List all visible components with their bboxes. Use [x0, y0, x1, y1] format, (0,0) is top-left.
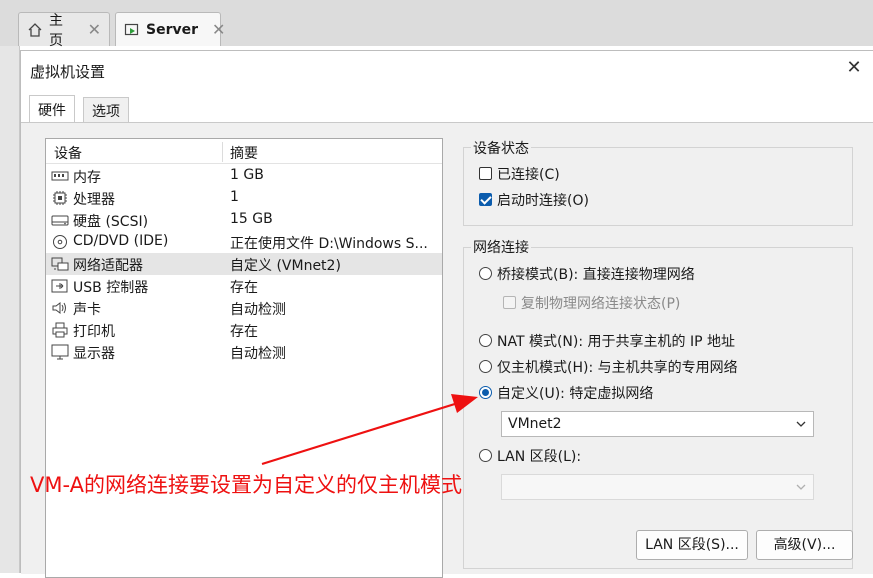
- device-row-cddvd[interactable]: CD/DVD (IDE) 正在使用文件 D:\Windows S...: [46, 231, 442, 253]
- device-summary: 自动检测: [230, 302, 286, 318]
- nat-radio[interactable]: [479, 334, 492, 347]
- tab-home[interactable]: 主页 ✕: [18, 12, 110, 49]
- bridged-label[interactable]: 桥接模式(B): 直接连接物理网络: [497, 264, 695, 284]
- usb-icon: [51, 278, 69, 294]
- device-list-header: 设备 摘要: [46, 139, 442, 164]
- device-name: CD/DVD (IDE): [73, 233, 169, 249]
- connect-at-power-on-checkbox[interactable]: [479, 193, 492, 206]
- device-row-cpu[interactable]: 处理器 1: [46, 187, 442, 209]
- network-icon: [51, 256, 69, 272]
- lan-segment-radio[interactable]: [479, 449, 492, 462]
- host-only-radio[interactable]: [479, 360, 492, 373]
- custom-label[interactable]: 自定义(U): 特定虚拟网络: [497, 383, 653, 403]
- host-only-label[interactable]: 仅主机模式(H): 与主机共享的专用网络: [497, 357, 738, 377]
- network-connection-title: 网络连接: [471, 237, 531, 257]
- nat-label[interactable]: NAT 模式(N): 用于共享主机的 IP 地址: [497, 331, 735, 351]
- device-summary: 自动检测: [230, 346, 286, 362]
- close-icon[interactable]: ✕: [843, 57, 865, 79]
- lan-segments-button[interactable]: LAN 区段(S)...: [636, 530, 748, 560]
- sound-icon: [51, 300, 69, 316]
- annotation-text: VM-A的网络连接要设置为自定义的仅主机模式: [30, 473, 462, 497]
- chevron-down-icon: [795, 418, 807, 430]
- tab-server[interactable]: Server ✕: [115, 12, 225, 46]
- device-status-title: 设备状态: [471, 138, 531, 158]
- device-row-monitor[interactable]: 显示器 自动检测: [46, 341, 442, 363]
- disk-icon: [51, 212, 69, 228]
- vm-icon: [124, 21, 140, 39]
- tab-hardware[interactable]: 硬件: [29, 95, 75, 123]
- device-row-printer[interactable]: 打印机 存在: [46, 319, 442, 341]
- device-row-usb[interactable]: USB 控制器 存在: [46, 275, 442, 297]
- tab-options[interactable]: 选项: [83, 97, 129, 123]
- lan-segment-select[interactable]: [501, 474, 814, 500]
- device-summary: 1: [230, 189, 239, 205]
- device-name: 打印机: [73, 324, 115, 340]
- device-name: 网络适配器: [73, 258, 143, 274]
- custom-network-value: VMnet2: [508, 416, 562, 432]
- device-summary: 存在: [230, 324, 258, 340]
- device-name: 硬盘 (SCSI): [73, 214, 149, 230]
- device-name: 显示器: [73, 346, 115, 362]
- device-name: 处理器: [73, 192, 115, 208]
- bridged-radio[interactable]: [479, 267, 492, 280]
- monitor-icon: [51, 344, 69, 360]
- tab-server-label: Server: [146, 21, 199, 38]
- dialog-title: 虚拟机设置: [30, 63, 106, 81]
- connected-checkbox[interactable]: [479, 167, 492, 180]
- device-row-memory[interactable]: 内存 1 GB: [46, 165, 442, 187]
- connect-at-power-on-label[interactable]: 启动时连接(O): [497, 190, 589, 210]
- device-name: 声卡: [73, 302, 101, 318]
- hardware-panel: 设备 摘要 内存 1 GB 处理器 1 硬盘 (SCSI) 15 GB CD/D…: [21, 122, 873, 578]
- replicate-state-checkbox[interactable]: [503, 296, 516, 309]
- app-tab-bar: 主页 ✕ Server ✕: [0, 0, 873, 49]
- device-summary: 1 GB: [230, 167, 264, 183]
- cpu-icon: [51, 190, 69, 206]
- device-row-network[interactable]: 网络适配器 自定义 (VMnet2): [46, 253, 442, 275]
- column-device[interactable]: 设备: [54, 143, 82, 163]
- replicate-state-label[interactable]: 复制物理网络连接状态(P): [521, 293, 680, 313]
- device-name: USB 控制器: [73, 280, 149, 296]
- printer-icon: [51, 322, 69, 338]
- memory-icon: [51, 168, 69, 184]
- device-summary: 正在使用文件 D:\Windows S...: [230, 236, 428, 252]
- device-list[interactable]: 设备 摘要 内存 1 GB 处理器 1 硬盘 (SCSI) 15 GB CD/D…: [45, 138, 443, 578]
- home-icon: [27, 21, 43, 39]
- device-row-disk[interactable]: 硬盘 (SCSI) 15 GB: [46, 209, 442, 231]
- close-icon[interactable]: ✕: [212, 20, 225, 39]
- column-summary[interactable]: 摘要: [230, 143, 258, 163]
- device-summary: 15 GB: [230, 211, 273, 227]
- device-row-sound[interactable]: 声卡 自动检测: [46, 297, 442, 319]
- connected-label[interactable]: 已连接(C): [497, 164, 560, 184]
- left-sidebar-strip: [0, 46, 20, 573]
- close-icon[interactable]: ✕: [88, 20, 101, 39]
- device-summary: 存在: [230, 280, 258, 296]
- custom-radio[interactable]: [479, 386, 492, 399]
- device-name: 内存: [73, 170, 101, 186]
- cd-icon: [51, 234, 69, 250]
- tab-home-label: 主页: [49, 12, 63, 49]
- lan-segment-label[interactable]: LAN 区段(L):: [497, 446, 581, 466]
- device-summary: 自定义 (VMnet2): [230, 258, 341, 274]
- custom-network-select[interactable]: VMnet2: [501, 411, 814, 437]
- advanced-button[interactable]: 高级(V)...: [756, 530, 853, 560]
- device-status-group: [463, 147, 853, 226]
- chevron-down-icon: [795, 481, 807, 493]
